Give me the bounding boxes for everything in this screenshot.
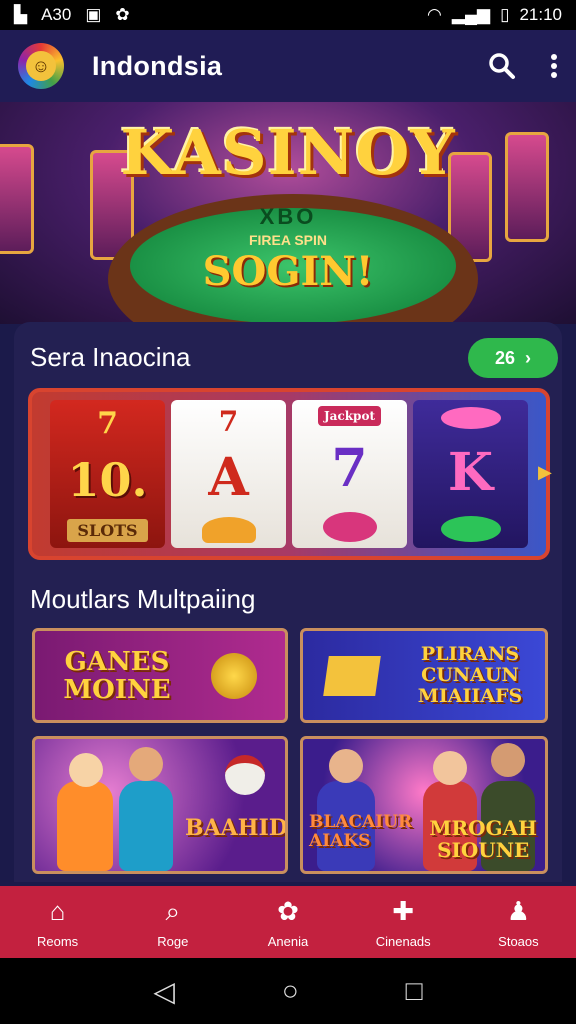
image-icon: ▣ bbox=[85, 5, 102, 24]
more-options-icon[interactable] bbox=[550, 53, 558, 79]
profile-icon: ♟ bbox=[506, 896, 531, 926]
character-image bbox=[119, 781, 173, 871]
character-image bbox=[57, 781, 113, 871]
reel: 7 10. SLOTS bbox=[50, 400, 165, 548]
home-button-icon[interactable]: ○ bbox=[282, 975, 299, 1007]
page-title: Indondsia bbox=[92, 50, 223, 81]
hero-subtitle: FIREA SPIN bbox=[248, 232, 328, 248]
battery-icon: ▯ bbox=[500, 5, 510, 24]
back-icon[interactable]: ◁ bbox=[153, 975, 175, 1008]
nav-item-gifts[interactable]: ✚ Cinenads bbox=[346, 896, 461, 949]
app-bar: ☺ Indondsia bbox=[0, 30, 576, 102]
section-title-multi: Moutlars Multpaiing bbox=[30, 584, 256, 614]
status-bar: ▙ A30 ▣ ✿ ◠ ▂▄▆ ▯ 21:10 bbox=[0, 0, 576, 30]
heart-icon bbox=[322, 511, 377, 542]
hero-title: KASINOY bbox=[120, 116, 456, 189]
flag-icon bbox=[322, 655, 381, 696]
settings-icon: ✿ bbox=[115, 5, 130, 24]
reel: 7 A bbox=[171, 400, 286, 548]
chevron-right-icon: › bbox=[525, 347, 532, 368]
skull-icon bbox=[225, 755, 265, 795]
smiley-icon: ☺ bbox=[26, 51, 56, 81]
system-nav-bar: ◁ ○ □ bbox=[0, 958, 576, 1024]
leaf-icon bbox=[440, 515, 501, 542]
slot-reels[interactable]: 7 10. SLOTS 7 A Jackpot 7 K bbox=[28, 388, 550, 560]
recents-icon[interactable]: □ bbox=[406, 975, 423, 1007]
game-card[interactable]: PLIRANS CUNAUN MIAIIAFS bbox=[300, 628, 548, 723]
status-time-left: A30 bbox=[41, 5, 72, 24]
hero-table-text: XBO bbox=[259, 204, 317, 229]
status-time: 21:10 bbox=[519, 5, 562, 24]
reel: Jackpot 7 bbox=[292, 400, 407, 548]
coin-icon bbox=[210, 652, 257, 699]
search-icon: ⌕ bbox=[165, 895, 181, 926]
hero-banner[interactable]: KASINOY XBO FIREA SPIN SOGIN! bbox=[0, 102, 576, 324]
fruit-icon bbox=[201, 517, 256, 544]
chevron-right-icon[interactable]: ▶ bbox=[538, 462, 552, 483]
reel: K bbox=[413, 400, 528, 548]
section-title-featured: Sera Inaocina bbox=[30, 342, 191, 372]
game-card[interactable]: GANES MOINE bbox=[32, 628, 288, 723]
game-card[interactable]: BLACAIUR AIAKS MROGAH SIOUNE bbox=[300, 736, 548, 874]
app-logo[interactable]: ☺ bbox=[18, 43, 64, 89]
casino-chip-icon: ✿ bbox=[277, 896, 299, 926]
featured-count-badge[interactable]: 26 › bbox=[468, 338, 558, 378]
gift-icon: ✚ bbox=[392, 896, 415, 926]
nav-item-profile[interactable]: ♟ Stoaos bbox=[461, 896, 576, 949]
hero-button-text: SOGIN! bbox=[202, 248, 374, 295]
nav-item-search[interactable]: ⌕ Roge bbox=[115, 896, 230, 949]
wifi-icon: ◠ bbox=[427, 5, 442, 24]
bottom-nav: ⌂ Reoms ⌕ Roge ✿ Anenia ✚ Cinenads ♟ Sto… bbox=[0, 886, 576, 958]
signal-icon: ▂▄▆ bbox=[451, 5, 491, 24]
nav-item-home[interactable]: ⌂ Reoms bbox=[0, 896, 115, 949]
nav-item-casino[interactable]: ✿ Anenia bbox=[230, 896, 345, 949]
search-icon[interactable] bbox=[488, 52, 516, 80]
notification-icon: ▙ bbox=[14, 5, 28, 24]
home-icon: ⌂ bbox=[49, 896, 66, 926]
game-card[interactable]: BAAHIDS bbox=[32, 736, 288, 874]
